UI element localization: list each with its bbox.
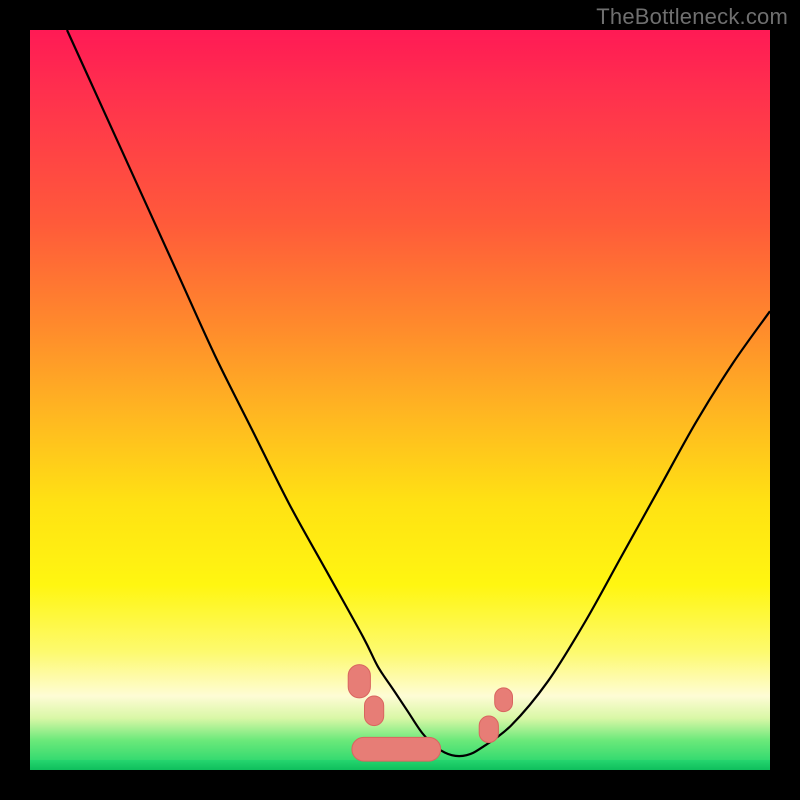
plot-area (30, 30, 770, 770)
curve-marker (352, 737, 441, 761)
curve-marker (365, 696, 384, 726)
watermark-text: TheBottleneck.com (596, 4, 788, 30)
chart-frame: TheBottleneck.com (0, 0, 800, 800)
curve-marker (479, 716, 498, 743)
curve-markers (348, 665, 512, 762)
bottleneck-curve (67, 30, 770, 756)
curve-layer (30, 30, 770, 770)
curve-marker (348, 665, 370, 698)
curve-marker (495, 688, 513, 712)
